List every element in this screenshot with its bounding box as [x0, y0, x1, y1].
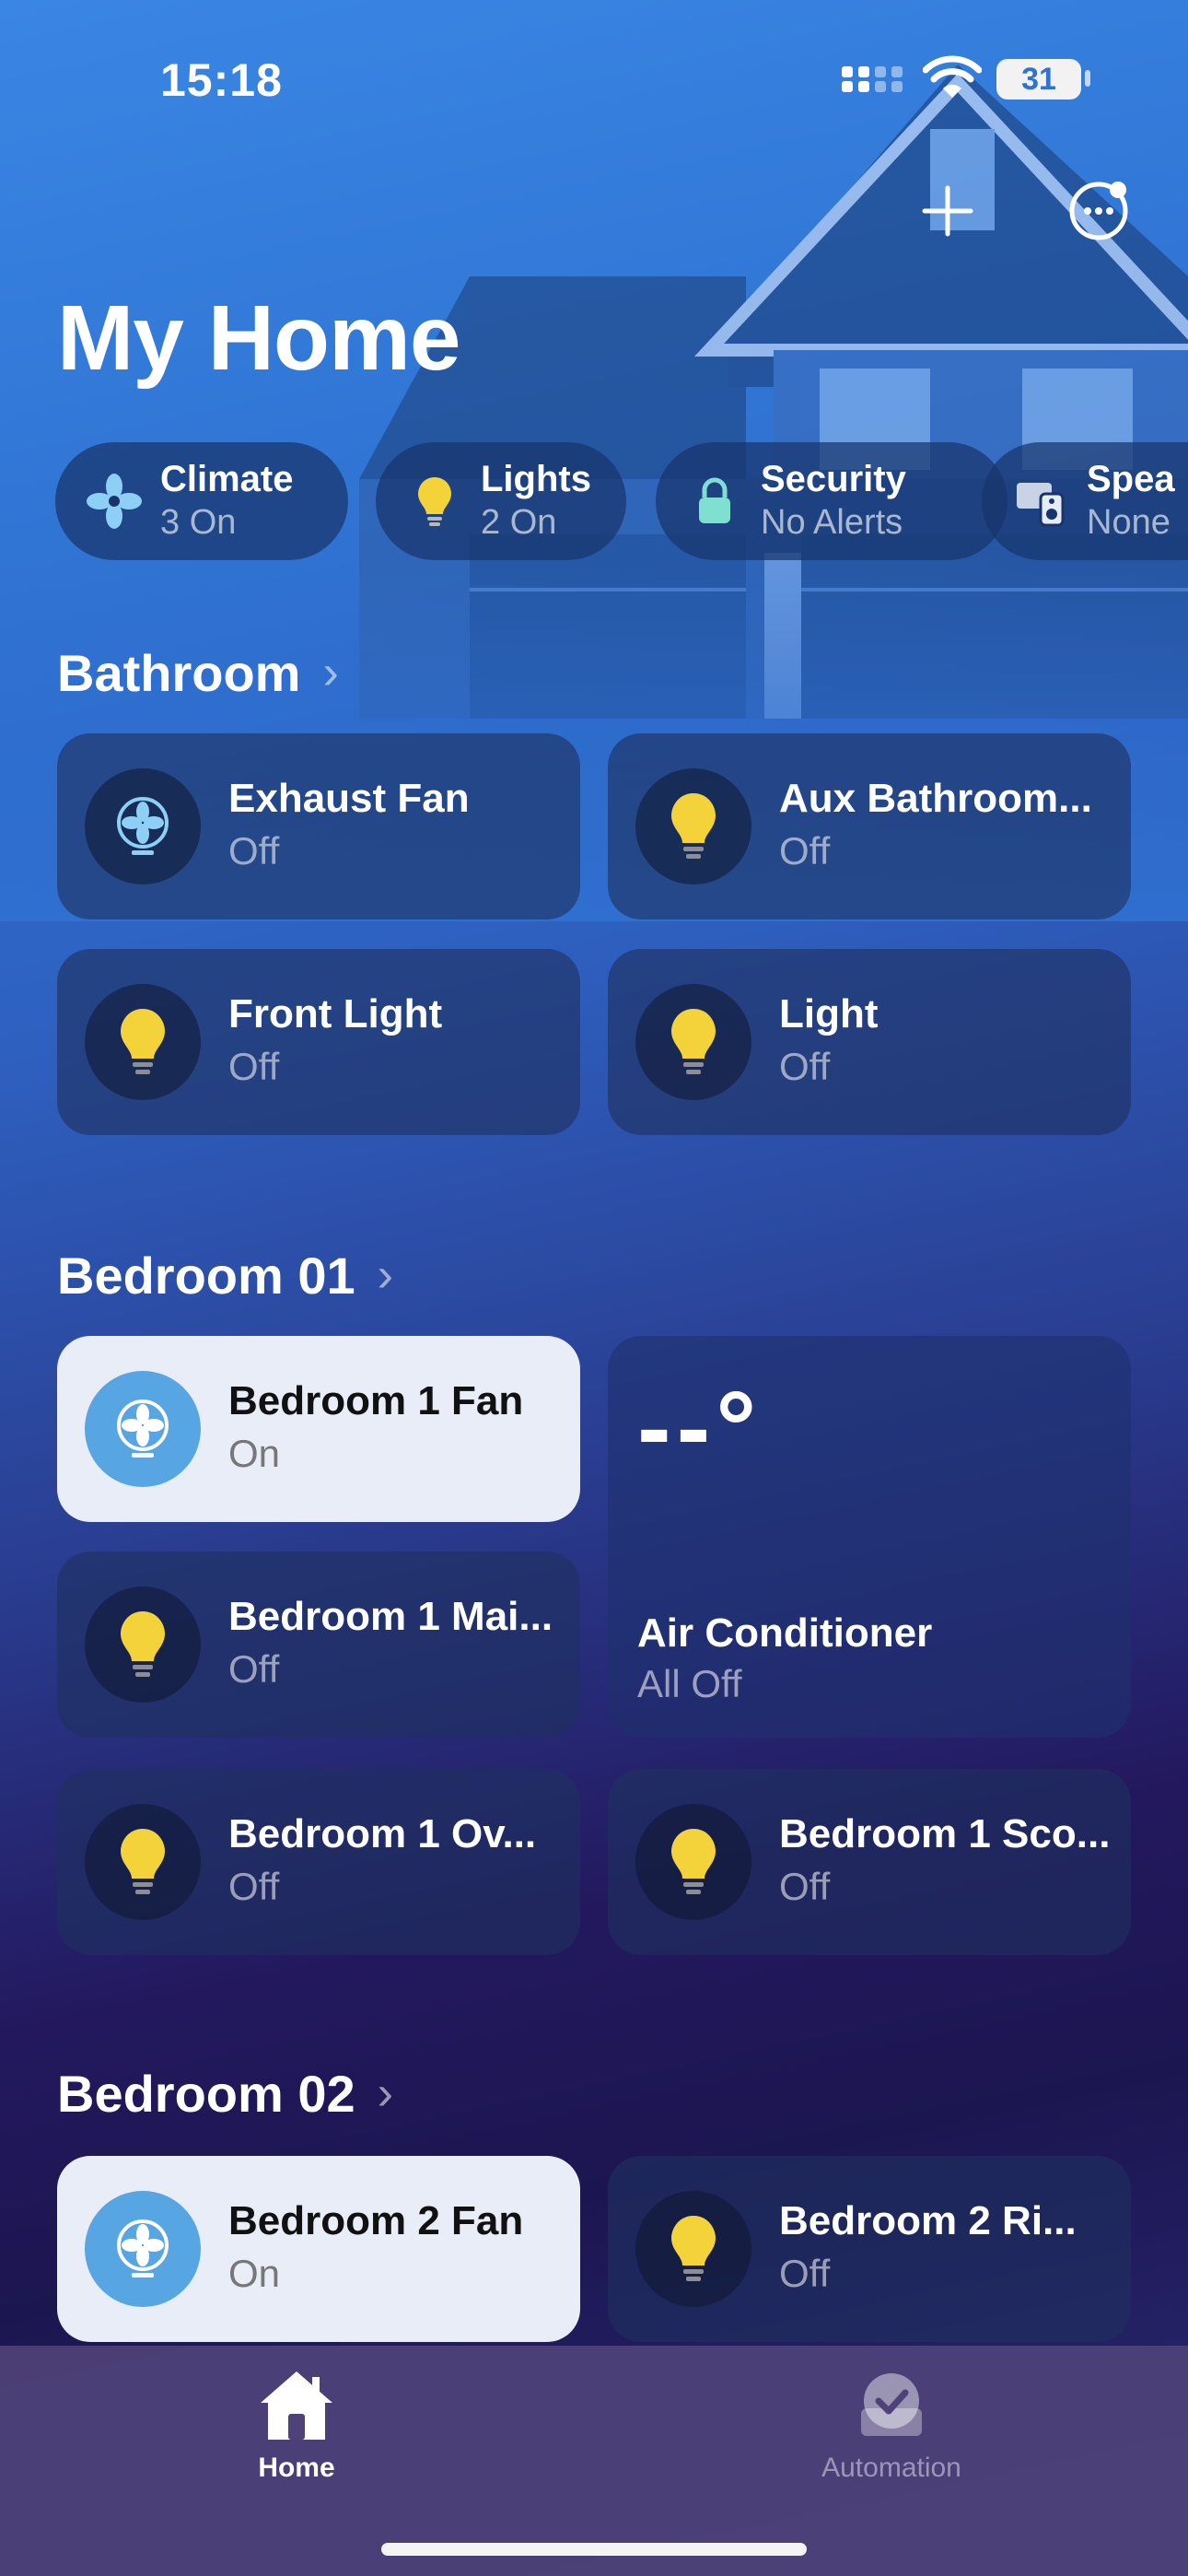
chip-security[interactable]: Security No Alerts: [656, 442, 1007, 560]
tile-icon-wrap: [85, 768, 201, 884]
tile-icon-wrap: [635, 1804, 751, 1920]
tile-state: Off: [228, 829, 280, 872]
tile-icon-wrap: [85, 1371, 201, 1487]
tile-icon-wrap: [85, 984, 201, 1100]
tile-exhaust-fan[interactable]: Exhaust Fan Off: [57, 733, 580, 919]
tab-bar: Home Automation: [0, 2346, 1188, 2576]
tile-name: Bedroom 2 Fan: [228, 2198, 524, 2243]
tile-name: Exhaust Fan: [228, 776, 470, 821]
cellular-signal-icon: [842, 66, 903, 92]
tile-name: Bedroom 1 Fan: [228, 1378, 524, 1423]
tile-name: Light: [779, 991, 879, 1036]
tab-automation[interactable]: Automation: [753, 2364, 1030, 2484]
tile-light[interactable]: Light Off: [608, 949, 1131, 1135]
tile-icon-wrap: [85, 1587, 201, 1703]
lightbulb-icon: [121, 1829, 165, 1894]
tile-state: On: [228, 1432, 281, 1475]
house-icon: [261, 2371, 332, 2440]
chip-climate[interactable]: Climate 3 On: [55, 442, 348, 560]
tile-bedroom-1-fan[interactable]: Bedroom 1 Fan On: [57, 1336, 580, 1522]
tile-bedroom-1-main[interactable]: Bedroom 1 Mai... Off: [57, 1551, 580, 1738]
battery-nub: [1085, 70, 1090, 87]
status-bar: 15:18 31: [0, 0, 1188, 157]
tile-icon-wrap: [85, 2191, 201, 2307]
ac-state: All Off: [637, 1662, 742, 1705]
tile-bedroom-2-right[interactable]: Bedroom 2 Ri... Off: [608, 2156, 1131, 2342]
tile-state: On: [228, 2252, 281, 2295]
chevron-right-icon: ›: [322, 646, 339, 699]
tile-name: Front Light: [228, 991, 443, 1036]
lock-icon: [699, 477, 730, 523]
section-header-bedroom-02[interactable]: Bedroom 02 ›: [57, 2056, 393, 2130]
tile-icon-wrap: [635, 2191, 751, 2307]
chip-title: Lights: [481, 459, 591, 499]
tile-icon-wrap: [635, 984, 751, 1100]
status-time: 15:18: [160, 54, 283, 106]
tile-aux-bathroom[interactable]: Aux Bathroom... Off: [608, 733, 1131, 919]
tile-state: Off: [779, 829, 831, 872]
tile-icon-wrap: [85, 1804, 201, 1920]
speaker-icon: [1017, 483, 1065, 527]
lightbulb-icon: [671, 1009, 716, 1074]
tile-state: Off: [228, 1647, 280, 1691]
chip-title: Spea: [1087, 459, 1175, 499]
ac-temperature: --°: [637, 1371, 763, 1484]
chip-subtitle: 3 On: [160, 503, 237, 542]
lightbulb-icon: [121, 1611, 165, 1677]
chip-subtitle: No Alerts: [761, 503, 903, 542]
tab-home[interactable]: Home: [158, 2364, 435, 2484]
section-title: Bedroom 01: [57, 1246, 355, 1305]
fan-icon: [87, 474, 142, 529]
tile-icon-wrap: [635, 768, 751, 884]
wifi-icon: [923, 55, 982, 98]
tile-name: Bedroom 2 Ri...: [779, 2198, 1077, 2243]
chevron-right-icon: ›: [377, 1248, 393, 1302]
lightbulb-icon: [121, 1009, 165, 1074]
tile-bedroom-1-overhead[interactable]: Bedroom 1 Ov... Off: [57, 1769, 580, 1955]
battery-level: 31: [996, 59, 1081, 100]
tile-name: Bedroom 1 Ov...: [228, 1811, 537, 1856]
section-title: Bedroom 02: [57, 2064, 355, 2123]
fan-icon: [117, 1399, 169, 1458]
home-indicator[interactable]: [381, 2543, 807, 2556]
tile-front-light[interactable]: Front Light Off: [57, 949, 580, 1135]
tile-state: Off: [779, 2252, 831, 2295]
tab-label: Home: [258, 2453, 335, 2483]
lightbulb-icon: [671, 793, 716, 859]
more-options-icon[interactable]: [1068, 181, 1129, 241]
tab-label: Automation: [821, 2453, 961, 2483]
fan-icon: [117, 797, 169, 855]
chip-speakers[interactable]: Spea None: [982, 442, 1188, 560]
tile-name: Bedroom 1 Sco...: [779, 1811, 1111, 1856]
tile-name: Aux Bathroom...: [779, 776, 1092, 821]
tile-bedroom-2-fan[interactable]: Bedroom 2 Fan On: [57, 2156, 580, 2342]
chip-title: Climate: [160, 459, 294, 499]
tile-name: Bedroom 1 Mai...: [228, 1594, 553, 1639]
chip-lights[interactable]: Lights 2 On: [376, 442, 626, 560]
chip-title: Security: [761, 459, 906, 499]
chip-subtitle: None: [1087, 503, 1171, 542]
automation-icon: [861, 2373, 922, 2436]
page-title: My Home: [57, 287, 461, 390]
tile-bedroom-1-sconce[interactable]: Bedroom 1 Sco... Off: [608, 1769, 1131, 1955]
add-icon[interactable]: [917, 181, 978, 241]
tile-air-conditioner[interactable]: --° Air Conditioner All Off: [608, 1336, 1131, 1738]
ac-name: Air Conditioner: [637, 1610, 933, 1656]
section-header-bathroom[interactable]: Bathroom ›: [57, 636, 339, 709]
lightbulb-icon: [418, 477, 451, 526]
lightbulb-icon: [671, 1829, 716, 1894]
tile-state: Off: [779, 1865, 831, 1908]
chip-subtitle: 2 On: [481, 503, 557, 542]
chevron-right-icon: ›: [377, 2067, 393, 2120]
tile-state: Off: [779, 1045, 831, 1088]
tile-state: Off: [228, 1045, 280, 1088]
lightbulb-icon: [671, 2216, 716, 2281]
section-title: Bathroom: [57, 643, 301, 702]
section-header-bedroom-01[interactable]: Bedroom 01 ›: [57, 1238, 393, 1312]
fan-icon: [117, 2219, 169, 2277]
tile-state: Off: [228, 1865, 280, 1908]
